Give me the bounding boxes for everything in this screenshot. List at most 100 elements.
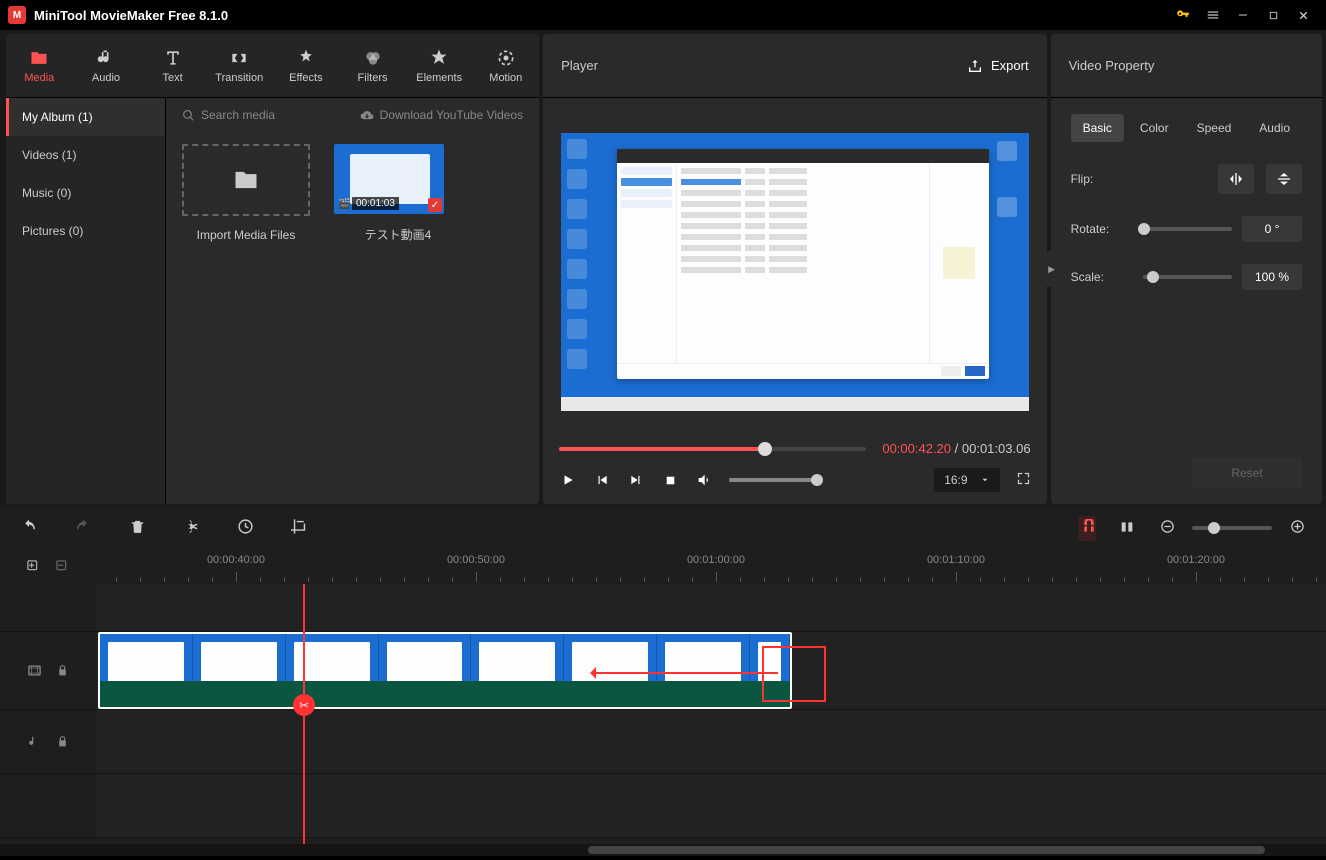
panel-collapse-toggle[interactable]: ▶ (1047, 251, 1057, 287)
minimize-button[interactable] (1228, 0, 1258, 30)
prev-frame-button[interactable] (593, 471, 611, 489)
prop-tab-audio[interactable]: Audio (1247, 114, 1302, 142)
scale-value[interactable]: 100 % (1242, 264, 1302, 290)
flip-vertical-button[interactable] (1266, 164, 1302, 194)
sidebar-item-videos[interactable]: Videos (1) (6, 136, 165, 174)
clip-duration: 00:01:03 (352, 197, 399, 210)
timeline-scrollbar[interactable] (0, 844, 1326, 856)
speed-button[interactable] (236, 518, 254, 538)
nav-tab-audio[interactable]: Audio (73, 34, 140, 97)
prop-tab-speed[interactable]: Speed (1185, 114, 1244, 142)
nav-tab-text[interactable]: Text (139, 34, 206, 97)
volume-button[interactable] (695, 471, 713, 489)
prop-tab-basic[interactable]: Basic (1071, 114, 1124, 142)
ratio-value: 16:9 (944, 473, 967, 487)
flip-label: Flip: (1071, 172, 1143, 186)
total-time: 00:01:03.06 (962, 441, 1031, 456)
download-label: Download YouTube Videos (380, 108, 523, 122)
nav-label-filters: Filters (358, 72, 388, 84)
timeline: 00:00:40:0000:00:50:0000:01:00:0000:01:1… (0, 508, 1326, 856)
preview-canvas[interactable] (561, 133, 1029, 411)
menu-icon[interactable] (1198, 0, 1228, 30)
scale-label: Scale: (1071, 270, 1143, 284)
redo-button[interactable] (74, 518, 92, 539)
nav-label-audio: Audio (92, 72, 120, 84)
split-button[interactable] (182, 518, 200, 538)
ruler-label: 00:01:10:00 (927, 554, 985, 566)
undo-button[interactable] (20, 518, 38, 539)
download-youtube-button[interactable]: Download YouTube Videos (360, 108, 523, 122)
flip-horizontal-button[interactable] (1218, 164, 1254, 194)
nav-label-effects: Effects (289, 72, 322, 84)
video-track-icon (27, 663, 42, 678)
nav-tab-filters[interactable]: Filters (339, 34, 406, 97)
seek-bar[interactable] (559, 447, 866, 451)
preview-area (543, 98, 1046, 429)
clip-label: テスト動画4 (334, 226, 462, 243)
export-label: Export (991, 58, 1029, 73)
export-icon (967, 58, 983, 74)
link-toggle[interactable] (1118, 519, 1136, 538)
add-track-icon[interactable] (26, 559, 41, 574)
ruler-label: 00:00:40:00 (207, 554, 265, 566)
stop-button[interactable] (661, 471, 679, 489)
media-clip-thumbnail[interactable]: 🎬 00:01:03 ✓ テスト動画4 (334, 144, 462, 243)
scale-slider[interactable] (1143, 275, 1232, 279)
search-icon (182, 109, 195, 122)
maximize-button[interactable] (1258, 0, 1288, 30)
rotate-value[interactable]: 0 ° (1242, 216, 1302, 242)
lock-icon[interactable] (56, 735, 69, 748)
property-title: Video Property (1069, 58, 1304, 73)
nav-tab-elements[interactable]: Elements (406, 34, 473, 97)
sidebar-item-music[interactable]: Music (0) (6, 174, 165, 212)
nav-label-elements: Elements (416, 72, 462, 84)
annotation-trim-arrow (592, 672, 778, 674)
nav-tab-media[interactable]: Media (6, 34, 73, 97)
import-media-button[interactable]: Import Media Files (182, 144, 310, 243)
time-display: 00:00:42.20 / 00:01:03.06 (882, 441, 1030, 456)
nav-tab-effects[interactable]: Effects (273, 34, 340, 97)
nav-tab-motion[interactable]: Motion (472, 34, 539, 97)
next-frame-button[interactable] (627, 471, 645, 489)
magnet-toggle[interactable] (1078, 516, 1096, 541)
nav-label-transition: Transition (215, 72, 263, 84)
chevron-down-icon (980, 475, 990, 485)
zoom-in-button[interactable] (1288, 519, 1306, 537)
rotate-slider[interactable] (1143, 227, 1232, 231)
search-placeholder: Search media (201, 108, 275, 122)
close-button[interactable] (1288, 0, 1318, 30)
zoom-out-button[interactable] (1158, 519, 1176, 537)
timeline-ruler[interactable]: 00:00:40:0000:00:50:0000:01:00:0000:01:1… (96, 548, 1326, 584)
playhead[interactable]: ✂ (303, 584, 305, 844)
current-time: 00:00:42.20 (882, 441, 951, 456)
play-button[interactable] (559, 471, 577, 489)
ruler-label: 00:01:20:00 (1167, 554, 1225, 566)
timeline-clip[interactable] (98, 632, 792, 709)
prop-tab-color[interactable]: Color (1128, 114, 1181, 142)
film-icon: 🎬 (338, 199, 350, 210)
folder-icon (232, 166, 260, 194)
reset-button[interactable]: Reset (1192, 458, 1302, 488)
property-panel: ▶ Video Property Basic Color Speed Audio… (1051, 34, 1322, 504)
lock-icon[interactable] (56, 664, 69, 677)
search-media-input[interactable]: Search media (182, 108, 352, 122)
export-button[interactable]: Export (967, 58, 1029, 74)
delete-button[interactable] (128, 518, 146, 538)
app-logo: M (8, 6, 26, 24)
video-track-head (0, 632, 96, 709)
remove-track-icon[interactable] (55, 559, 70, 574)
sidebar-item-my-album[interactable]: My Album (1) (6, 98, 165, 136)
fullscreen-button[interactable] (1016, 471, 1031, 489)
license-key-icon[interactable] (1168, 0, 1198, 30)
media-panel: Media Audio Text Transition Effects Filt… (6, 34, 539, 504)
ruler-label: 00:01:00:00 (687, 554, 745, 566)
nav-tab-transition[interactable]: Transition (206, 34, 273, 97)
crop-button[interactable] (290, 518, 308, 538)
track-add-controls (0, 548, 96, 584)
player-title: Player (561, 58, 967, 73)
sidebar-item-pictures[interactable]: Pictures (0) (6, 212, 165, 250)
media-sidebar: My Album (1) Videos (1) Music (0) Pictur… (6, 98, 166, 504)
zoom-slider[interactable] (1192, 526, 1272, 530)
aspect-ratio-select[interactable]: 16:9 (934, 468, 999, 492)
volume-slider[interactable] (729, 478, 819, 482)
